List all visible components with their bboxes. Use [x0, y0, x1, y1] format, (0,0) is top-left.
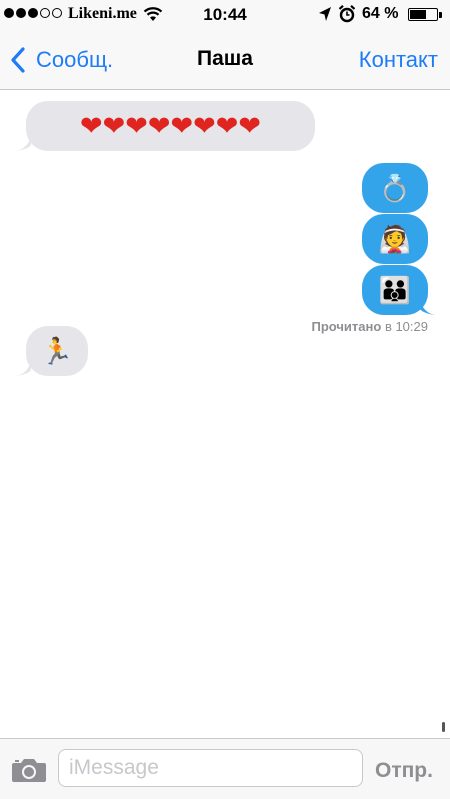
- back-button[interactable]: Сообщ.: [10, 44, 113, 76]
- incoming-message-bubble[interactable]: ❤❤❤❤❤❤❤❤: [26, 101, 315, 151]
- bubble-tail: [15, 360, 31, 376]
- message-thread[interactable]: ❤❤❤❤❤❤❤❤ 💍 👰 👪 Прочитано в 10:29 🏃: [0, 90, 450, 738]
- message-input[interactable]: [58, 749, 363, 787]
- status-bar: Likeni.me 10:44 64 %: [0, 0, 450, 30]
- battery-cap: [439, 12, 442, 18]
- message-input-bar: Отпр.: [0, 738, 450, 799]
- battery-percentage: 64 %: [362, 5, 399, 22]
- navigation-bar: Сообщ. Паша Контакт: [0, 30, 450, 90]
- battery-level-fill: [410, 10, 426, 19]
- scrollbar[interactable]: [442, 722, 445, 732]
- send-button[interactable]: Отпр.: [375, 759, 433, 783]
- outgoing-message-bubble[interactable]: 💍: [362, 163, 428, 213]
- back-button-label: Сообщ.: [36, 47, 114, 72]
- contact-button[interactable]: Контакт: [359, 47, 438, 73]
- bubble-tail: [15, 135, 31, 151]
- camera-icon[interactable]: [11, 757, 47, 783]
- bubble-tail: [420, 299, 436, 315]
- alarm-clock-icon: [339, 5, 355, 23]
- battery-icon: [408, 8, 438, 21]
- read-receipt-time: в 10:29: [384, 319, 428, 334]
- read-receipt: Прочитано в 10:29: [311, 319, 428, 334]
- outgoing-message-bubble[interactable]: 👪: [362, 265, 428, 315]
- chevron-left-icon: [11, 47, 25, 73]
- outgoing-message-bubble[interactable]: 👰: [362, 214, 428, 264]
- read-receipt-label: Прочитано: [311, 319, 382, 334]
- location-arrow-icon: [319, 7, 331, 21]
- incoming-message-bubble[interactable]: 🏃: [26, 326, 88, 376]
